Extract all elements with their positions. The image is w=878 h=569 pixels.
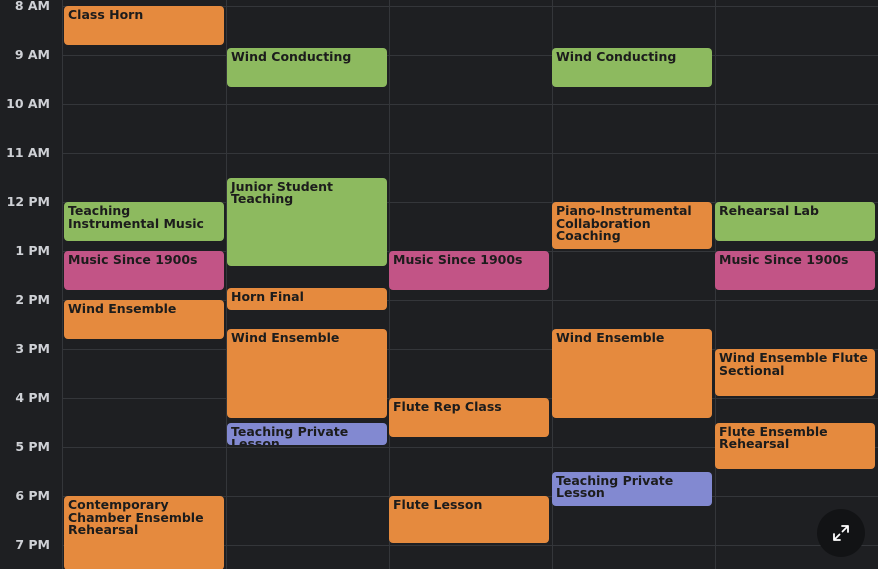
event-title: Teaching Instrumental Music <box>68 203 204 231</box>
time-label: 11 AM <box>6 145 50 160</box>
event-title: Wind Ensemble <box>231 330 340 346</box>
event-title: Flute Lesson <box>393 497 483 512</box>
calendar-event[interactable]: Junior Student Teaching <box>227 177 387 266</box>
calendar-event[interactable]: Flute Rep Class <box>389 398 549 438</box>
time-label: 10 AM <box>6 96 50 111</box>
calendar-event[interactable]: Wind Conducting <box>552 47 712 87</box>
event-title: Horn Final <box>231 288 304 304</box>
calendar-event[interactable]: Flute Ensemble Rehearsal <box>715 422 875 470</box>
time-label: 1 PM <box>15 243 50 258</box>
event-title: Wind Conducting <box>556 48 677 64</box>
expand-arrows-icon <box>833 525 849 541</box>
time-label: 2 PM <box>15 292 50 307</box>
time-label: 7 PM <box>15 537 50 552</box>
calendar-event[interactable]: Music Since 1900s <box>715 251 875 291</box>
calendar-event[interactable]: Music Since 1900s <box>64 251 224 291</box>
event-title: Rehearsal Lab <box>719 203 819 218</box>
calendar-event[interactable]: Class Horn <box>64 6 224 46</box>
event-title: Wind Ensemble <box>556 330 665 346</box>
calendar-event[interactable]: Wind Ensemble <box>552 329 712 418</box>
event-title: Music Since 1900s <box>68 252 198 267</box>
event-title: Junior Student Teaching <box>231 178 334 206</box>
calendar-event[interactable]: Teaching Instrumental Music <box>64 202 224 242</box>
calendar-event[interactable]: Wind Ensemble <box>227 329 387 418</box>
calendar-event[interactable]: Contemporary Chamber Ensemble Rehearsal <box>64 496 224 569</box>
event-title: Flute Ensemble Rehearsal <box>719 423 828 451</box>
event-title: Music Since 1900s <box>393 252 523 267</box>
event-title: Teaching Private Lesson <box>556 472 674 500</box>
hour-gridline <box>62 153 878 154</box>
day-column-divider <box>62 0 63 569</box>
calendar-event[interactable]: Wind Ensemble Flute Sectional <box>715 349 875 396</box>
event-title: Class Horn <box>68 7 144 22</box>
time-label: 5 PM <box>15 439 50 454</box>
time-label: 3 PM <box>15 341 50 356</box>
calendar-event[interactable]: Wind Conducting <box>227 47 387 87</box>
time-label: 6 PM <box>15 488 50 503</box>
time-label: 4 PM <box>15 390 50 405</box>
fullscreen-button[interactable] <box>817 509 865 557</box>
time-label: 12 PM <box>6 194 50 209</box>
calendar-event[interactable]: Wind Ensemble <box>64 300 224 340</box>
event-title: Flute Rep Class <box>393 399 502 414</box>
event-title: Teaching Private Lesson <box>231 423 349 445</box>
event-title: Music Since 1900s <box>719 252 849 267</box>
event-title: Piano-Instrumental Collaboration Coachin… <box>556 203 692 243</box>
event-title: Wind Conducting <box>231 48 352 64</box>
calendar-event[interactable]: Piano-Instrumental Collaboration Coachin… <box>552 202 712 249</box>
hour-gridline <box>62 55 878 56</box>
calendar-event[interactable]: Rehearsal Lab <box>715 202 875 242</box>
calendar-event[interactable]: Music Since 1900s <box>389 251 549 291</box>
event-title: Wind Ensemble Flute Sectional <box>719 350 868 378</box>
event-title: Contemporary Chamber Ensemble Rehearsal <box>68 497 204 537</box>
event-title: Wind Ensemble <box>68 301 177 316</box>
calendar-week-view: 8 AM 9 AM 10 AM 11 AM 12 PM 1 PM 2 PM 3 PM 4 PM 5… <box>0 0 878 569</box>
calendar-event[interactable]: Teaching Private Lesson <box>552 471 712 506</box>
calendar-event[interactable]: Flute Lesson <box>389 496 549 543</box>
time-label: 9 AM <box>14 47 50 62</box>
calendar-event[interactable]: Teaching Private Lesson <box>227 422 387 445</box>
time-label: 8 AM <box>14 0 50 13</box>
calendar-event[interactable]: Horn Final <box>227 287 387 310</box>
hour-gridline <box>62 104 878 105</box>
